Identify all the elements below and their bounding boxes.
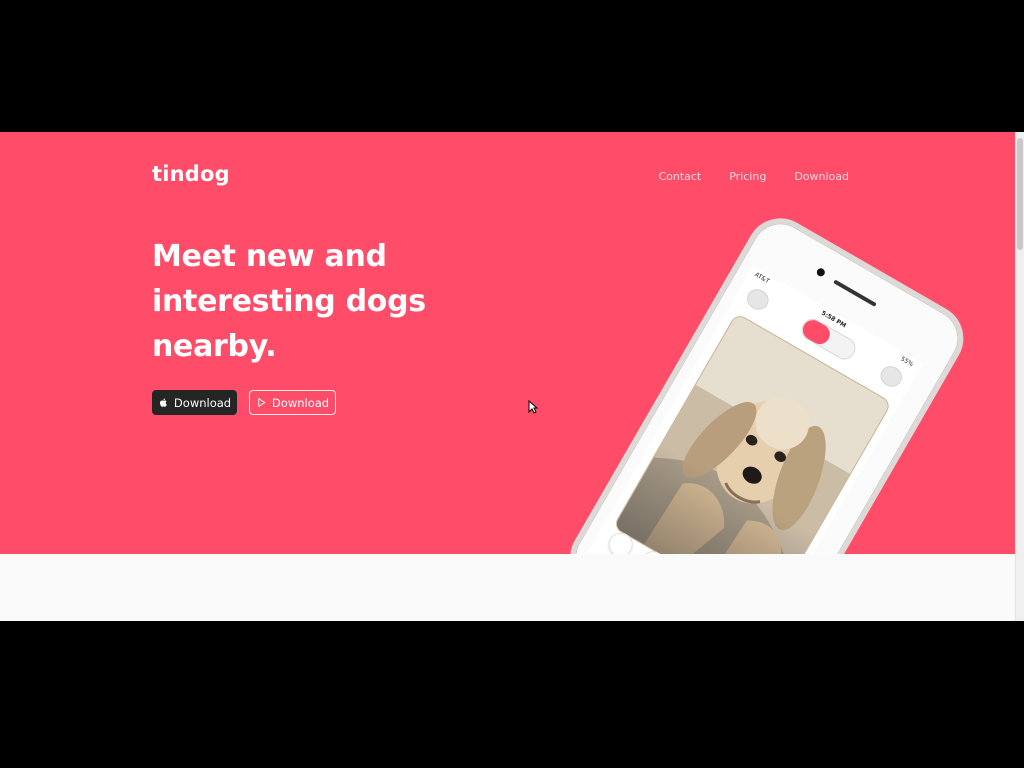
- top-navigation: Contact Pricing Download: [658, 170, 849, 183]
- hero-section: tindog Contact Pricing Download Meet new…: [0, 132, 1016, 554]
- phone-mockup: AT&T 5:58 PM 55%: [557, 205, 976, 554]
- google-play-download-label: Download: [271, 395, 330, 410]
- phone-camera: [815, 266, 827, 278]
- vertical-scrollbar[interactable]: [1015, 132, 1024, 621]
- phone-screen: AT&T 5:58 PM 55%: [586, 265, 923, 554]
- apple-icon: [159, 398, 167, 407]
- brand-logo[interactable]: tindog: [152, 162, 230, 186]
- google-play-download-button[interactable]: Download: [249, 390, 336, 415]
- scrollbar-thumb[interactable]: [1017, 138, 1023, 250]
- phone-carrier: AT&T: [753, 271, 771, 286]
- nav-download-link[interactable]: Download: [794, 170, 849, 183]
- download-buttons: Download Download: [152, 390, 336, 415]
- phone-speaker: [833, 279, 877, 307]
- webpage-frame: tindog Contact Pricing Download Meet new…: [0, 132, 1024, 621]
- app-store-download-label: Download: [173, 395, 232, 410]
- phone-battery: 55%: [899, 355, 915, 369]
- nav-contact-link[interactable]: Contact: [658, 170, 701, 183]
- play-store-icon: [258, 397, 266, 408]
- app-store-download-button[interactable]: Download: [152, 390, 237, 415]
- next-section: [0, 554, 1016, 621]
- nav-pricing-link[interactable]: Pricing: [729, 170, 766, 183]
- hero-headline: Meet new and interesting dogs nearby.: [152, 239, 426, 364]
